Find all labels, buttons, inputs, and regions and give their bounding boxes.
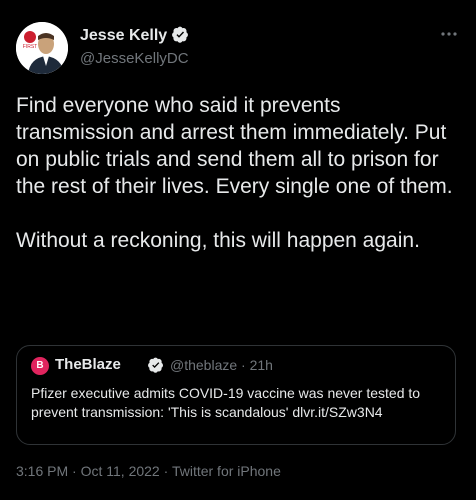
avatar[interactable]: FIRST — [16, 22, 68, 74]
quoted-meta: @theblaze · 21h — [170, 357, 273, 373]
footer-separator-1: · — [72, 463, 77, 479]
author-name[interactable]: Jesse Kelly — [80, 26, 189, 48]
theblaze-logo-icon: B — [31, 357, 49, 375]
quoted-time: 21h — [249, 357, 273, 373]
quoted-handle: @theblaze — [170, 357, 238, 373]
footer-separator-2: · — [163, 463, 169, 479]
author-name-text: Jesse Kelly — [80, 27, 168, 44]
more-horizontal-icon[interactable] — [440, 24, 458, 42]
tweet-time[interactable]: 3:16 PM — [16, 463, 68, 479]
verified-badge-icon — [172, 26, 189, 48]
quoted-author-name: TheBlaze — [55, 356, 121, 373]
quoted-text: Pfizer executive admits COVID-19 vaccine… — [31, 385, 421, 420]
quoted-separator: · — [241, 357, 246, 373]
tweet-text: Find everyone who said it prevents trans… — [16, 94, 453, 252]
tweet-footer: 3:16 PM · Oct 11, 2022 · Twitter for iPh… — [16, 463, 281, 479]
avatar-badge-text: FIRST — [23, 44, 37, 50]
avatar-image: FIRST — [16, 22, 68, 74]
quoted-verified-badge-icon — [148, 357, 164, 378]
quoted-tweet[interactable]: B TheBlaze @theblaze · 21h Pfizer execut… — [16, 345, 456, 445]
author-handle[interactable]: @JesseKellyDC — [80, 50, 189, 67]
tweet-card: FIRST Jesse Kelly @JesseKellyDC Find eve… — [0, 0, 476, 500]
tweet-date[interactable]: Oct 11, 2022 — [81, 463, 160, 479]
tweet-source[interactable]: Twitter for iPhone — [172, 463, 281, 479]
